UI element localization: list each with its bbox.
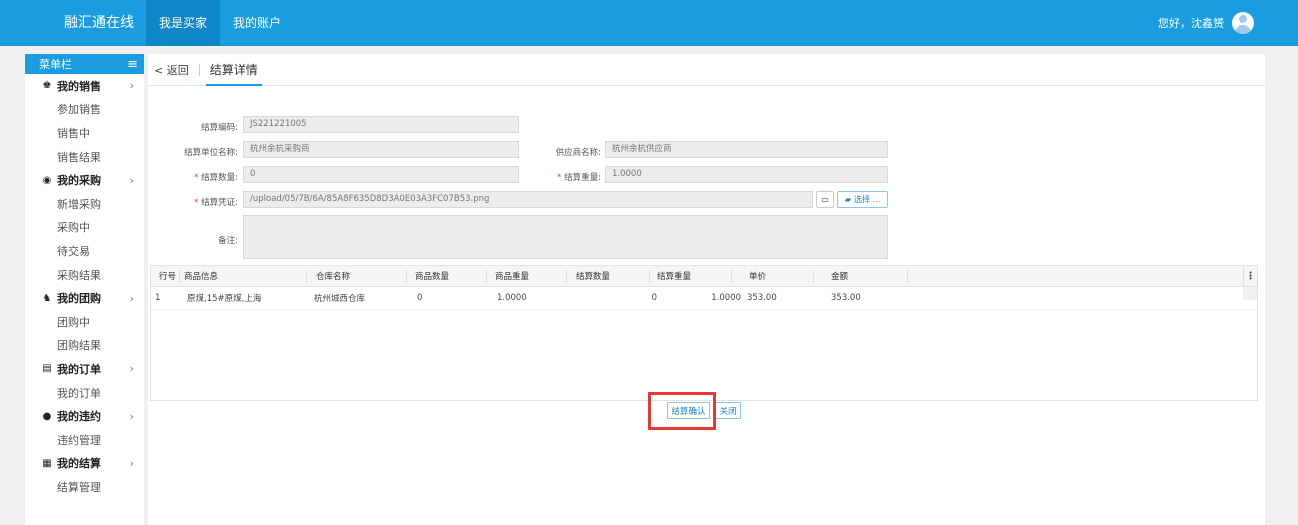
- nav-account[interactable]: 我的账户: [220, 0, 294, 46]
- warning-icon: ●: [42, 410, 52, 422]
- brand-logo[interactable]: 融汇通在线: [64, 0, 134, 46]
- choose-file-button[interactable]: ▰ 选择 ...: [837, 191, 888, 208]
- sidebar-item-groupbuy-results[interactable]: 团购结果: [25, 334, 144, 358]
- grid-header: 行号 商品信息 仓库名称 商品数量 商品重量 结算数量 结算重量 单价 金额 ⋮: [151, 266, 1257, 287]
- unit-field: 杭州余杭采购商: [243, 141, 519, 158]
- unit-label: 结算单位名称:: [184, 148, 238, 158]
- folder-icon: ▰: [844, 195, 851, 204]
- menu-toggle-icon[interactable]: ≡: [127, 58, 138, 71]
- code-field: JS221221005: [243, 116, 519, 133]
- seller-icon: ♚: [42, 80, 52, 92]
- user-greeting: 您好，沈鑫赟: [1158, 17, 1224, 30]
- sidebar-item-sale-results[interactable]: 销售结果: [25, 145, 144, 169]
- main-panel: < 返回 结算详情 结算编码: JS221221005 结算单位名称: 杭州余杭…: [148, 54, 1265, 525]
- sidebar-group-purchase[interactable]: ◉ 我的采购 ›: [25, 168, 144, 192]
- top-bar: 融汇通在线 我是买家 我的账户 您好，沈鑫赟: [0, 0, 1298, 46]
- remark-field[interactable]: [243, 215, 888, 259]
- col-header-rowno: 行号: [159, 272, 177, 282]
- top-nav: 我是买家 我的账户: [146, 0, 294, 46]
- sidebar-item-pending-trade[interactable]: 待交易: [25, 239, 144, 263]
- col-header-settle-qty: 结算数量: [576, 272, 611, 282]
- sidebar-group-violations[interactable]: ● 我的违约 ›: [25, 404, 144, 428]
- document-icon: ▤: [42, 363, 52, 375]
- group-icon: ♞: [42, 292, 52, 304]
- col-header-goods-qty: 商品数量: [415, 272, 450, 282]
- sidebar-item-groupbuying[interactable]: 团购中: [25, 310, 144, 334]
- settlement-grid: 行号 商品信息 仓库名称 商品数量 商品重量 结算数量 结算重量 单价 金额 ⋮…: [150, 265, 1258, 401]
- sidebar-title: 菜单栏: [39, 58, 72, 71]
- col-header-goods-info: 商品信息: [184, 272, 219, 282]
- sidebar-group-sales[interactable]: ♚ 我的销售 ›: [25, 74, 144, 98]
- col-header-amount: 金额: [831, 272, 849, 282]
- sidebar-header: 菜单栏 ≡: [25, 54, 144, 74]
- sidebar-item-purchase-results[interactable]: 采购结果: [25, 263, 144, 287]
- chevron-right-icon: ›: [129, 173, 134, 187]
- chevron-right-icon: ›: [129, 456, 134, 470]
- sidebar-item-join-sales[interactable]: 参加销售: [25, 98, 144, 122]
- sidebar-item-violation-management[interactable]: 违约管理: [25, 428, 144, 452]
- highlight-box: [648, 392, 716, 430]
- weight-label: * 结算重量:: [557, 173, 601, 183]
- chevron-right-icon: ›: [129, 409, 134, 423]
- chevron-right-icon: ›: [129, 79, 134, 93]
- col-header-settle-weight: 结算重量: [657, 272, 692, 282]
- user-info[interactable]: 您好，沈鑫赟: [1158, 0, 1254, 46]
- sidebar-group-orders[interactable]: ▤ 我的订单 ›: [25, 357, 144, 381]
- col-header-warehouse: 仓库名称: [316, 272, 351, 282]
- qty-label: * 结算数量:: [194, 173, 238, 183]
- nav-buyer[interactable]: 我是买家: [146, 0, 221, 46]
- tab-settlement-detail[interactable]: 结算详情: [205, 54, 262, 86]
- sidebar-item-my-orders[interactable]: 我的订单: [25, 381, 144, 405]
- voucher-label: * 结算凭证:: [194, 198, 238, 208]
- sidebar-item-on-sale[interactable]: 销售中: [25, 121, 144, 145]
- tab-divider: [198, 63, 200, 76]
- code-label: 结算编码:: [201, 123, 238, 133]
- sidebar: 菜单栏 ≡ ♚ 我的销售 › 参加销售 销售中 销售结果 ◉ 我的采购 › 新增…: [25, 54, 144, 525]
- supplier-label: 供应商名称:: [555, 148, 601, 158]
- supplier-field: 杭州余杭供应商: [605, 141, 888, 158]
- weight-field: 1.0000: [605, 166, 888, 183]
- calculator-icon: ▦: [42, 457, 52, 469]
- sidebar-item-purchasing[interactable]: 采购中: [25, 216, 144, 240]
- sidebar-group-groupbuy[interactable]: ♞ 我的团购 ›: [25, 286, 144, 310]
- close-button[interactable]: 关闭: [715, 402, 741, 419]
- column-menu-icon[interactable]: ⋮: [1243, 266, 1257, 287]
- chevron-right-icon: ›: [129, 362, 134, 376]
- sidebar-item-new-purchase[interactable]: 新增采购: [25, 192, 144, 216]
- qty-field: 0: [243, 166, 519, 183]
- clear-file-button[interactable]: ▭: [816, 191, 834, 208]
- table-row[interactable]: 1 原煤,15#原煤,上海 杭州城西仓库 0 1.0000 0 1.0000 3…: [151, 287, 1257, 310]
- sidebar-item-settlement-management[interactable]: 结算管理: [25, 475, 144, 499]
- sidebar-group-settlement[interactable]: ▦ 我的结算 ›: [25, 452, 144, 476]
- chevron-right-icon: ›: [129, 291, 134, 305]
- search-icon: ◉: [42, 174, 52, 186]
- col-header-price: 单价: [749, 272, 767, 282]
- tab-bar: < 返回 结算详情: [148, 54, 1265, 86]
- voucher-field: /upload/05/7B/6A/85A8F635D8D3A0E03A3FC07…: [243, 191, 813, 208]
- col-header-goods-weight: 商品重量: [495, 272, 530, 282]
- back-button[interactable]: < 返回: [154, 62, 189, 78]
- remark-label: 备注:: [218, 236, 238, 246]
- avatar-icon[interactable]: [1232, 12, 1254, 34]
